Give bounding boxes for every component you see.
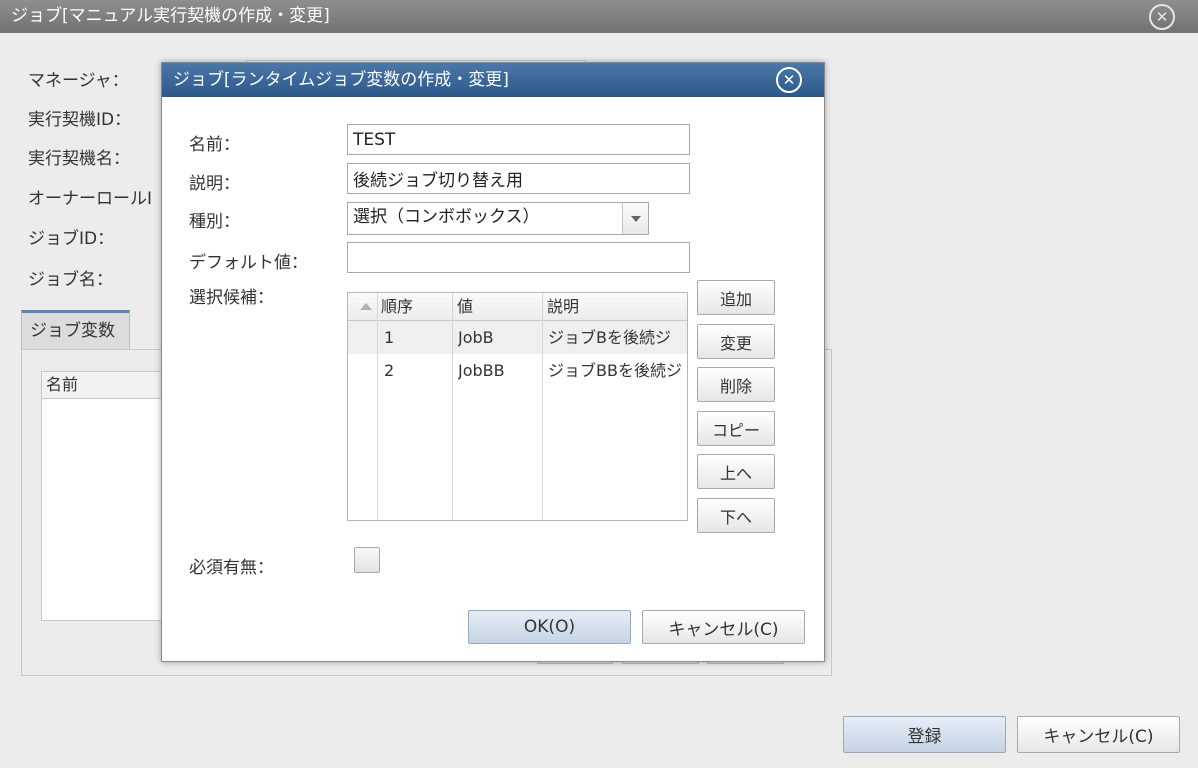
candidates-table: 順序 値 説明 1 JobB ジョブBを後続ジ 2 JobBB ジョブBBを後続…	[347, 292, 688, 521]
name-label: 名前：	[189, 135, 240, 155]
outer-window-title: ジョブ[マニュアル実行契機の作成・変更]	[0, 0, 1198, 33]
trigger-name-label: 実行契機名：	[28, 149, 130, 169]
dialog-cancel-button[interactable]: キャンセル(C)	[642, 610, 805, 644]
required-label: 必須有無：	[189, 558, 274, 578]
description-label: 説明：	[189, 174, 240, 194]
table-row[interactable]: 2 JobBB ジョブBBを後続ジ	[348, 354, 687, 387]
row-value: JobB	[458, 328, 494, 347]
dialog-close-icon[interactable]: ✕	[776, 67, 802, 93]
name-input[interactable]	[347, 124, 690, 155]
runtime-variable-dialog: ジョブ[ランタイムジョブ変数の作成・変更] ✕ 名前： 説明： 種別： 選択（コ…	[161, 62, 825, 662]
job-variables-table: 名前	[41, 371, 171, 621]
column-header-name[interactable]: 名前	[42, 372, 170, 399]
tab-job-variables[interactable]: ジョブ変数	[21, 310, 130, 350]
candidates-label: 選択候補：	[189, 288, 274, 308]
column-header-order[interactable]: 順序	[381, 293, 413, 321]
row-order: 2	[384, 361, 395, 380]
column-header-description[interactable]: 説明	[547, 293, 579, 321]
row-description: ジョブBBを後続ジ	[548, 361, 682, 380]
add-button[interactable]: 追加	[697, 280, 775, 315]
type-selected-value: 選択（コンボボックス）	[353, 207, 540, 227]
ok-button[interactable]: OK(O)	[468, 610, 631, 644]
dialog-title: ジョブ[ランタイムジョブ変数の作成・変更]	[162, 63, 824, 97]
chevron-down-icon	[631, 216, 641, 222]
type-label: 種別：	[189, 212, 240, 232]
type-combobox[interactable]: 選択（コンボボックス）	[347, 202, 649, 235]
description-input[interactable]	[347, 163, 690, 194]
job-id-label: ジョブID：	[28, 229, 115, 249]
dropdown-button[interactable]	[622, 203, 648, 234]
owner-role-label: オーナーロールI	[28, 189, 153, 209]
column-header-value[interactable]: 値	[457, 293, 473, 321]
table-row[interactable]: 1 JobB ジョブBを後続ジ	[348, 321, 687, 354]
default-value-input[interactable]	[347, 242, 690, 273]
trigger-id-label: 実行契機ID：	[28, 110, 132, 130]
edit-button[interactable]: 変更	[697, 324, 775, 359]
required-checkbox[interactable]	[354, 547, 380, 573]
sort-ascending-icon[interactable]	[360, 303, 372, 310]
delete-button[interactable]: 削除	[697, 367, 775, 402]
row-value: JobBB	[458, 361, 505, 380]
copy-button[interactable]: コピー	[697, 411, 775, 446]
column-divider	[377, 293, 378, 520]
table-header: 順序 値 説明	[348, 293, 687, 321]
row-order: 1	[384, 328, 395, 347]
row-description: ジョブBを後続ジ	[548, 328, 671, 347]
outer-close-icon[interactable]: ✕	[1149, 4, 1175, 30]
column-divider	[452, 293, 453, 520]
default-value-label: デフォルト値：	[189, 253, 308, 273]
job-name-label: ジョブ名：	[28, 270, 113, 290]
move-up-button[interactable]: 上へ	[697, 454, 775, 489]
outer-cancel-button[interactable]: キャンセル(C)	[1017, 716, 1180, 753]
move-down-button[interactable]: 下へ	[697, 498, 775, 533]
manager-label: マネージャ：	[28, 71, 129, 91]
register-button[interactable]: 登録	[843, 716, 1006, 753]
column-divider	[542, 293, 543, 520]
